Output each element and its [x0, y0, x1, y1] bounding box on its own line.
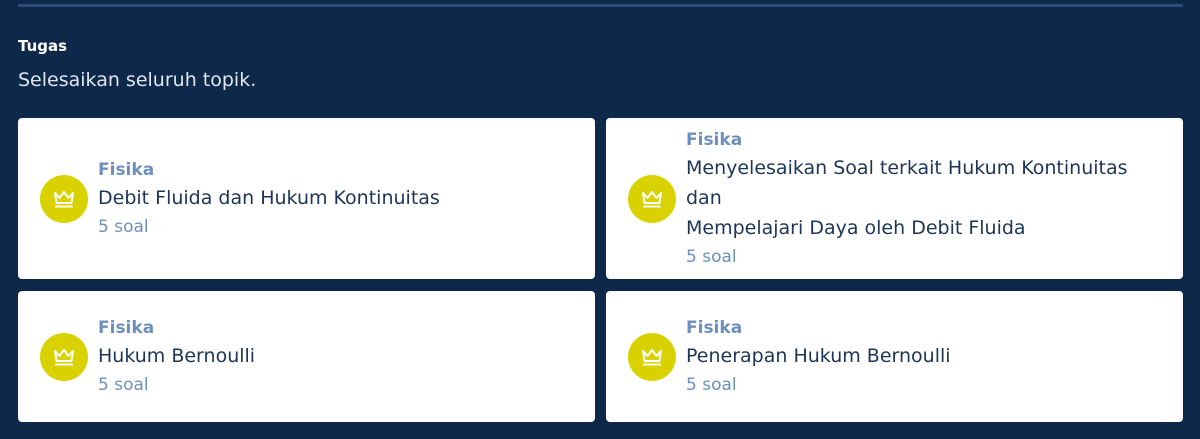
task-topic: Hukum Bernoulli — [98, 341, 255, 371]
task-topic: Debit Fluida dan Hukum Kontinuitas — [98, 183, 440, 213]
section-title: Tugas — [18, 37, 68, 55]
task-topic-line: Debit Fluida dan Hukum Kontinuitas — [98, 186, 440, 209]
crown-icon — [40, 332, 88, 381]
crown-icon — [40, 174, 88, 223]
crown-icon — [628, 332, 676, 381]
top-divider — [18, 4, 1183, 7]
task-question-count: 5 soal — [98, 216, 149, 237]
task-question-count: 5 soal — [98, 374, 149, 395]
task-card-text: Fisika Penerapan Hukum Bernoulli 5 soal — [686, 315, 951, 399]
task-subject: Fisika — [686, 317, 743, 338]
task-card[interactable]: Fisika Menyelesaikan Soal terkait Hukum … — [606, 118, 1183, 279]
task-topic: Menyelesaikan Soal terkait Hukum Kontinu… — [686, 153, 1161, 243]
task-subject: Fisika — [98, 317, 155, 338]
task-topic: Penerapan Hukum Bernoulli — [686, 341, 951, 371]
task-topic-line: Mempelajari Daya oleh Debit Fluida — [686, 216, 1026, 239]
task-card-text: Fisika Hukum Bernoulli 5 soal — [98, 315, 255, 399]
task-question-count: 5 soal — [686, 246, 737, 267]
task-subject: Fisika — [98, 159, 155, 180]
task-topic-line: Menyelesaikan Soal terkait Hukum Kontinu… — [686, 156, 1128, 209]
task-card[interactable]: Fisika Debit Fluida dan Hukum Kontinuita… — [18, 118, 595, 279]
task-card[interactable]: Fisika Hukum Bernoulli 5 soal — [18, 291, 595, 422]
task-topic-line: Penerapan Hukum Bernoulli — [686, 344, 951, 367]
task-topic-line: Hukum Bernoulli — [98, 344, 256, 367]
crown-icon — [628, 174, 676, 223]
task-subject: Fisika — [686, 129, 743, 150]
task-card-text: Fisika Menyelesaikan Soal terkait Hukum … — [686, 127, 1161, 271]
task-card-text: Fisika Debit Fluida dan Hukum Kontinuita… — [98, 157, 440, 241]
task-card-grid: Fisika Debit Fluida dan Hukum Kontinuita… — [18, 118, 1183, 422]
task-card[interactable]: Fisika Penerapan Hukum Bernoulli 5 soal — [606, 291, 1183, 422]
task-question-count: 5 soal — [686, 374, 737, 395]
section-subtitle: Selesaikan seluruh topik. — [18, 69, 257, 91]
